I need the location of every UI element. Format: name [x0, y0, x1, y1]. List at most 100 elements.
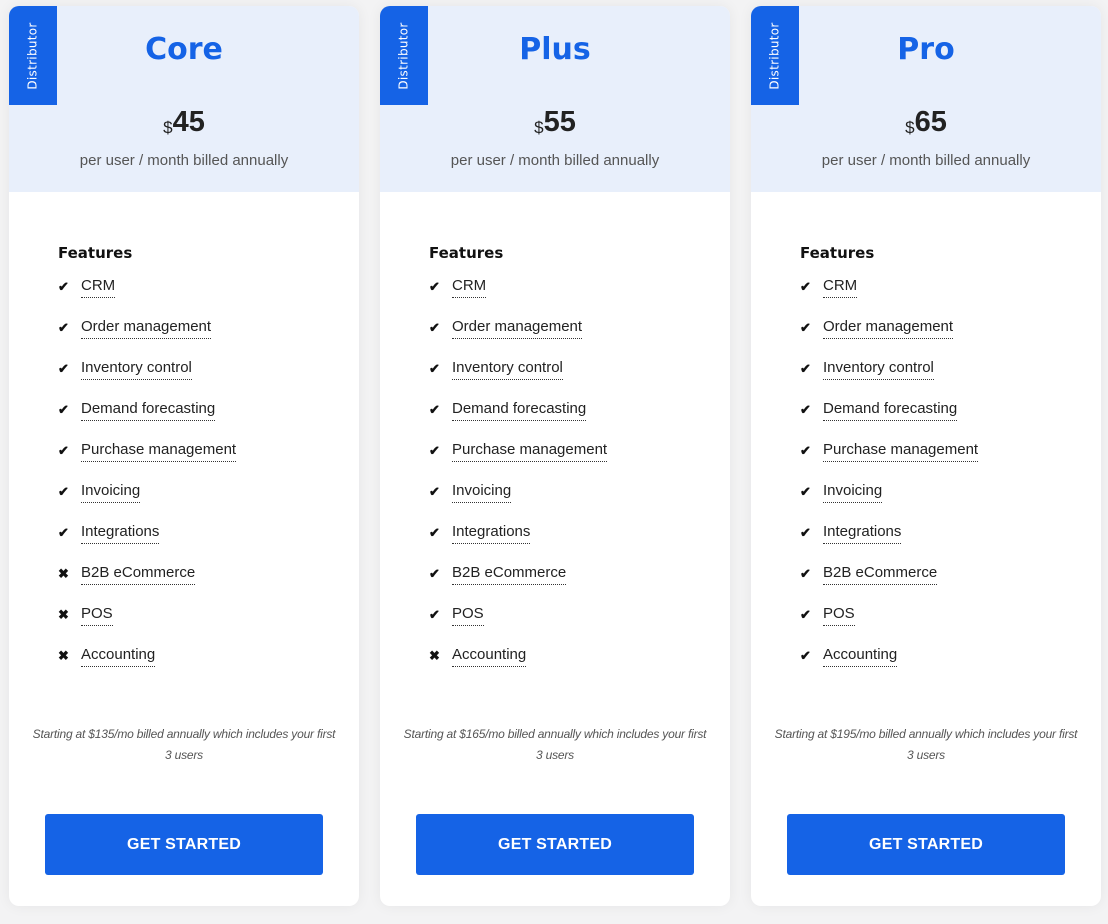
- feature-item: ✔ CRM: [800, 276, 978, 317]
- feature-label[interactable]: CRM: [81, 276, 116, 298]
- feature-label[interactable]: Accounting: [823, 645, 898, 667]
- feature-item: ✔ CRM: [58, 276, 236, 317]
- feature-label[interactable]: Integrations: [452, 522, 531, 544]
- price-amount: 55: [543, 106, 576, 138]
- get-started-button[interactable]: GET STARTED: [45, 814, 323, 875]
- features-title: Features: [429, 244, 504, 262]
- plan-name: Pro: [897, 32, 955, 67]
- check-icon: ✔: [58, 279, 69, 294]
- feature-label[interactable]: Inventory control: [452, 358, 563, 380]
- feature-item: ✔ Integrations: [58, 522, 236, 563]
- feature-item: ✔ Integrations: [800, 522, 978, 563]
- check-icon: ✔: [429, 443, 440, 458]
- starting-price-note: Starting at $165/mo billed annually whic…: [403, 727, 707, 762]
- check-icon: ✔: [800, 443, 811, 458]
- feature-label[interactable]: Purchase management: [81, 440, 237, 462]
- plan-name: Plus: [519, 32, 591, 67]
- feature-label[interactable]: Order management: [452, 317, 583, 339]
- x-icon: ✖: [58, 566, 69, 581]
- feature-item: ✔ Invoicing: [800, 481, 978, 522]
- check-icon: ✔: [58, 525, 69, 540]
- x-icon: ✖: [58, 648, 69, 663]
- pricing-card-pro: Distributor Pro $65 per user / month bil…: [751, 6, 1101, 906]
- feature-item: ✖ Accounting: [58, 645, 236, 686]
- feature-label[interactable]: Inventory control: [823, 358, 934, 380]
- billing-period: per user / month billed annually: [450, 152, 660, 169]
- billing-period: per user / month billed annually: [79, 152, 289, 169]
- feature-label[interactable]: Order management: [823, 317, 954, 339]
- plan-price: $65: [751, 106, 1101, 139]
- check-icon: ✔: [429, 566, 440, 581]
- check-icon: ✔: [429, 525, 440, 540]
- check-icon: ✔: [429, 361, 440, 376]
- feature-item: ✔ B2B eCommerce: [800, 563, 978, 604]
- card-header: Distributor Core $45 per user / month bi…: [9, 6, 359, 192]
- feature-label[interactable]: Purchase management: [823, 440, 979, 462]
- feature-item: ✔ Purchase management: [429, 440, 608, 481]
- get-started-button[interactable]: GET STARTED: [416, 814, 694, 875]
- feature-label[interactable]: Accounting: [81, 645, 156, 667]
- card-header: Distributor Pro $65 per user / month bil…: [751, 6, 1101, 192]
- feature-item: ✖ Accounting: [429, 645, 607, 686]
- pricing-cards: Distributor Core $45 per user / month bi…: [9, 6, 1101, 906]
- feature-label[interactable]: CRM: [452, 276, 487, 298]
- feature-label[interactable]: POS: [81, 604, 113, 626]
- starting-price-note: Starting at $195/mo billed annually whic…: [774, 727, 1078, 762]
- feature-item: ✔ Invoicing: [429, 481, 607, 522]
- feature-label[interactable]: Invoicing: [452, 481, 512, 503]
- feature-label[interactable]: POS: [452, 604, 484, 626]
- feature-label[interactable]: CRM: [823, 276, 858, 298]
- currency-symbol: $: [905, 118, 915, 137]
- feature-label[interactable]: Invoicing: [823, 481, 883, 503]
- billing-period: per user / month billed annually: [821, 152, 1031, 169]
- starting-price-note: Starting at $135/mo billed annually whic…: [32, 727, 336, 762]
- feature-label[interactable]: POS: [823, 604, 855, 626]
- feature-label[interactable]: Demand forecasting: [81, 399, 216, 421]
- card-header: Distributor Plus $55 per user / month bi…: [380, 6, 730, 192]
- feature-item: ✔ Purchase management: [58, 440, 237, 481]
- feature-label[interactable]: Accounting: [452, 645, 527, 667]
- features-title: Features: [800, 244, 875, 262]
- features-list: Features ✔ CRM ✔ Order management ✔ Inventory…: [800, 244, 979, 686]
- feature-item: ✔ Demand forecasting: [429, 399, 607, 440]
- feature-label[interactable]: Integrations: [823, 522, 902, 544]
- feature-label[interactable]: Demand forecasting: [823, 399, 958, 421]
- features-title: Features: [58, 244, 133, 262]
- features-list: Features ✔ CRM ✔ Order management ✔ Inventory…: [58, 244, 237, 686]
- feature-label[interactable]: B2B eCommerce: [452, 563, 567, 585]
- check-icon: ✔: [800, 402, 811, 417]
- check-icon: ✔: [58, 320, 69, 335]
- feature-label[interactable]: B2B eCommerce: [823, 563, 938, 585]
- feature-label[interactable]: B2B eCommerce: [81, 563, 196, 585]
- x-icon: ✖: [429, 648, 440, 663]
- feature-item: ✔ Demand forecasting: [58, 399, 236, 440]
- feature-label[interactable]: Integrations: [81, 522, 160, 544]
- check-icon: ✔: [58, 402, 69, 417]
- check-icon: ✔: [429, 320, 440, 335]
- check-icon: ✔: [429, 607, 440, 622]
- feature-item: ✔ Inventory control: [800, 358, 978, 399]
- feature-label[interactable]: Inventory control: [81, 358, 192, 380]
- feature-item: ✔ Integrations: [429, 522, 607, 563]
- get-started-button[interactable]: GET STARTED: [787, 814, 1065, 875]
- check-icon: ✔: [800, 525, 811, 540]
- feature-label[interactable]: Purchase management: [452, 440, 608, 462]
- feature-item: ✔ Order management: [429, 317, 607, 358]
- check-icon: ✔: [429, 402, 440, 417]
- feature-item: ✔ Invoicing: [58, 481, 236, 522]
- feature-label[interactable]: Order management: [81, 317, 212, 339]
- feature-label[interactable]: Demand forecasting: [452, 399, 587, 421]
- check-icon: ✔: [800, 320, 811, 335]
- check-icon: ✔: [800, 648, 811, 663]
- check-icon: ✔: [800, 566, 811, 581]
- x-icon: ✖: [58, 607, 69, 622]
- feature-item: ✔ Purchase management: [800, 440, 979, 481]
- pricing-card-plus: Distributor Plus $55 per user / month bi…: [380, 6, 730, 906]
- features-list: Features ✔ CRM ✔ Order management ✔ Inventory…: [429, 244, 608, 686]
- feature-label[interactable]: Invoicing: [81, 481, 141, 503]
- check-icon: ✔: [58, 484, 69, 499]
- price-amount: 45: [172, 106, 205, 138]
- feature-item: ✔ B2B eCommerce: [429, 563, 607, 604]
- check-icon: ✔: [800, 484, 811, 499]
- check-icon: ✔: [429, 279, 440, 294]
